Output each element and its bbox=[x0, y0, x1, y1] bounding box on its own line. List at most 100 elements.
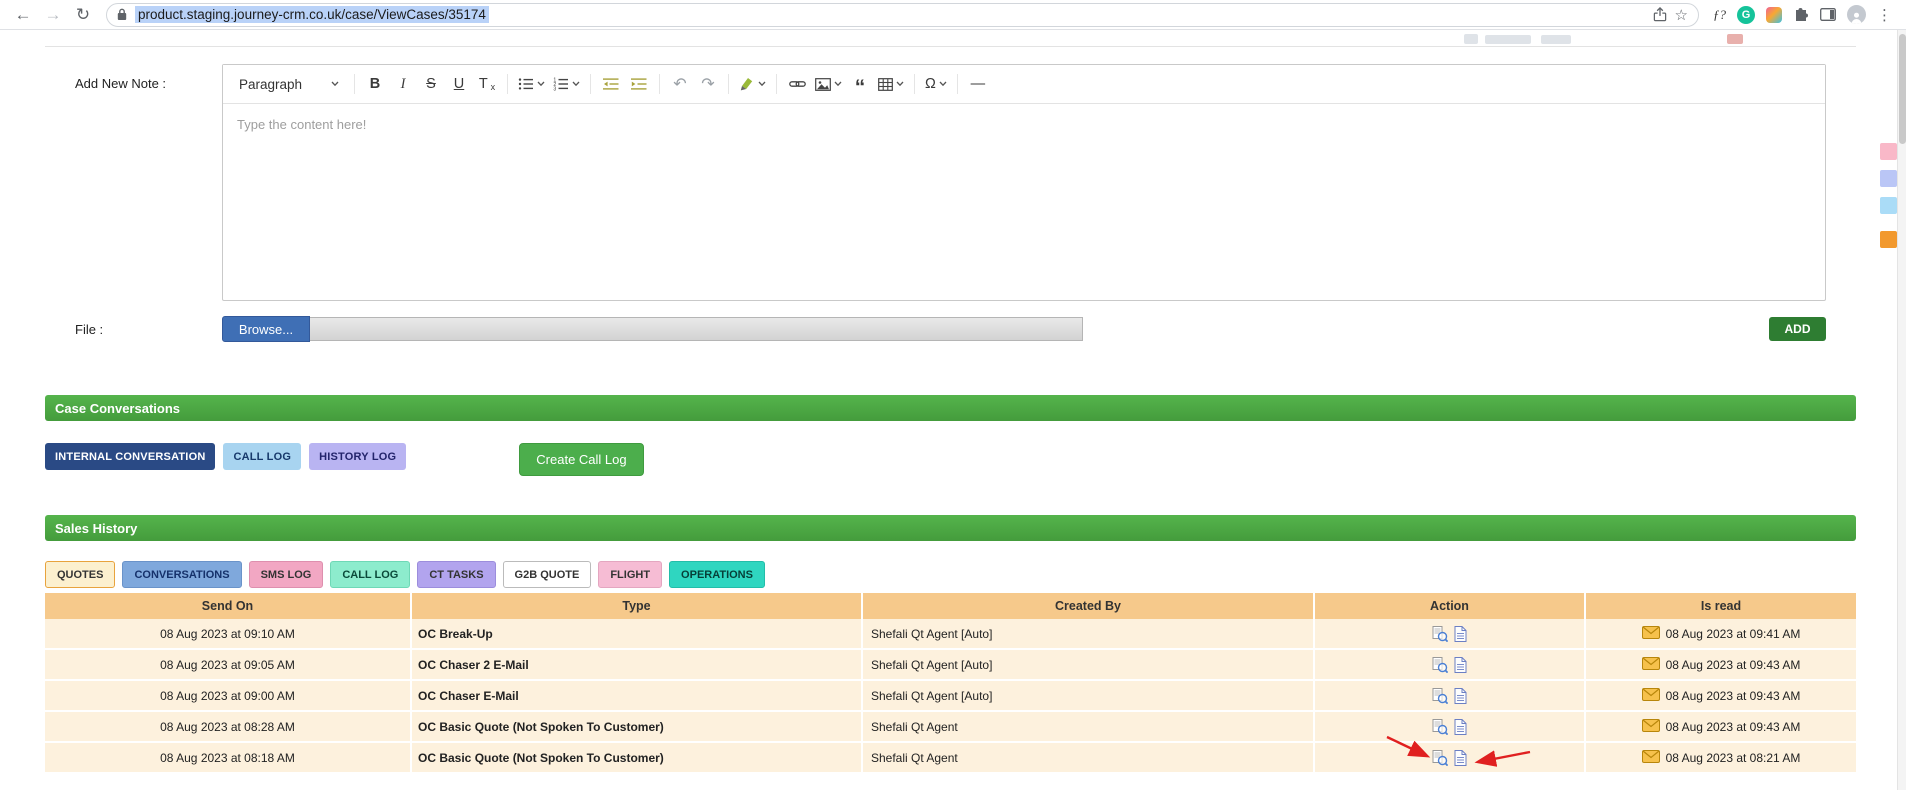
strikethrough-icon[interactable]: S bbox=[418, 70, 444, 98]
preview-icon[interactable] bbox=[1432, 626, 1448, 642]
insert-table-icon[interactable] bbox=[875, 70, 907, 98]
highlight-marker-icon[interactable] bbox=[736, 70, 769, 98]
document-icon[interactable] bbox=[1454, 688, 1467, 704]
is-read-date: 08 Aug 2023 at 08:21 AM bbox=[1665, 750, 1801, 765]
scrollbar-thumb[interactable] bbox=[1899, 34, 1906, 144]
editor-body[interactable]: Type the content here! bbox=[223, 104, 1825, 300]
created-by-cell: Shefali Qt Agent [Auto] bbox=[861, 681, 1313, 712]
sales-history-header: Sales History bbox=[45, 515, 1856, 541]
toolbar-separator bbox=[914, 74, 915, 94]
preview-icon[interactable] bbox=[1432, 688, 1448, 704]
file-input-track[interactable] bbox=[310, 317, 1083, 341]
link-icon[interactable] bbox=[784, 70, 810, 98]
url-bar[interactable]: product.staging.journey-crm.co.uk/case/V… bbox=[106, 2, 1699, 27]
svg-text:3: 3 bbox=[553, 87, 556, 91]
edge-widget-periwinkle[interactable] bbox=[1880, 170, 1897, 187]
type-cell: OC Break-Up bbox=[410, 619, 861, 650]
side-panel-icon[interactable] bbox=[1820, 8, 1836, 21]
internal-conversation-button[interactable]: INTERNAL CONVERSATION bbox=[45, 443, 216, 470]
case-conversations-header: Case Conversations bbox=[45, 395, 1856, 421]
back-button[interactable]: ← bbox=[10, 2, 36, 28]
numbered-list-icon[interactable]: 123 bbox=[550, 70, 583, 98]
document-icon[interactable] bbox=[1454, 750, 1467, 766]
undo-icon[interactable]: ↶ bbox=[667, 70, 693, 98]
bookmark-star-icon[interactable]: ☆ bbox=[1675, 6, 1688, 24]
horizontal-rule-icon[interactable]: — bbox=[965, 70, 991, 98]
underline-icon[interactable]: U bbox=[446, 70, 472, 98]
edge-widget-pink[interactable] bbox=[1880, 143, 1897, 160]
insert-image-icon[interactable] bbox=[812, 70, 845, 98]
edge-widget-blue[interactable] bbox=[1880, 197, 1897, 214]
tab-conversations[interactable]: CONVERSATIONS bbox=[122, 561, 242, 588]
grammarly-icon[interactable]: G bbox=[1737, 5, 1755, 24]
table-row: 08 Aug 2023 at 08:28 AM OC Basic Quote (… bbox=[45, 712, 1856, 743]
send-on-cell: 08 Aug 2023 at 09:05 AM bbox=[45, 650, 410, 681]
history-log-button[interactable]: HISTORY LOG bbox=[309, 443, 407, 470]
toolbar-separator bbox=[659, 74, 660, 94]
color-pen-extension-icon[interactable] bbox=[1766, 6, 1782, 23]
add-note-row: Add New Note : Paragraph B I S U Tx 1 2 … bbox=[45, 64, 1856, 301]
indent-icon[interactable] bbox=[626, 70, 652, 98]
bulleted-list-icon[interactable] bbox=[515, 70, 548, 98]
preview-icon[interactable] bbox=[1432, 719, 1448, 735]
tab-sms-log[interactable]: SMS LOG bbox=[248, 561, 324, 588]
browse-button[interactable]: Browse... bbox=[222, 316, 310, 342]
send-on-cell: 08 Aug 2023 at 08:28 AM bbox=[45, 712, 410, 743]
sales-history-tabs: QUOTES CONVERSATIONS SMS LOG CALL LOG CT… bbox=[45, 561, 1856, 588]
browser-menu-icon[interactable]: ⋮ bbox=[1877, 6, 1892, 24]
document-icon[interactable] bbox=[1454, 719, 1467, 735]
file-row: File : Browse... ADD bbox=[45, 316, 1856, 342]
profile-avatar[interactable] bbox=[1847, 5, 1866, 24]
is-read-date: 08 Aug 2023 at 09:43 AM bbox=[1665, 719, 1801, 734]
envelope-icon bbox=[1642, 750, 1660, 766]
lock-icon bbox=[117, 8, 127, 21]
send-on-cell: 08 Aug 2023 at 09:00 AM bbox=[45, 681, 410, 712]
call-log-button[interactable]: CALL LOG bbox=[223, 443, 302, 470]
share-icon[interactable] bbox=[1653, 7, 1667, 22]
fn-extension-icon[interactable]: ƒ? bbox=[1713, 7, 1726, 23]
tab-operations[interactable]: OPERATIONS bbox=[669, 561, 765, 588]
refresh-button[interactable]: ↻ bbox=[70, 2, 96, 28]
extensions-puzzle-icon[interactable] bbox=[1793, 7, 1809, 22]
is-read-cell: 08 Aug 2023 at 09:43 AM bbox=[1584, 712, 1856, 743]
document-icon[interactable] bbox=[1454, 657, 1467, 673]
tab-quotes[interactable]: QUOTES bbox=[45, 561, 116, 588]
redo-icon[interactable]: ↷ bbox=[695, 70, 721, 98]
create-call-log-button[interactable]: Create Call Log bbox=[519, 443, 644, 476]
header-action: Action bbox=[1313, 593, 1584, 619]
edge-widget-orange[interactable] bbox=[1880, 231, 1897, 248]
tab-call-log[interactable]: CALL LOG bbox=[330, 561, 411, 588]
editor-toolbar: Paragraph B I S U Tx 1 2 3 ↶ ↷ “ Ω — bbox=[223, 65, 1825, 104]
url-text[interactable]: product.staging.journey-crm.co.uk/case/V… bbox=[135, 6, 489, 23]
rich-text-editor: Paragraph B I S U Tx 1 2 3 ↶ ↷ “ Ω — Typ… bbox=[222, 64, 1826, 301]
header-send-on: Send On bbox=[45, 593, 410, 619]
toolbar-separator bbox=[354, 74, 355, 94]
add-note-label: Add New Note : bbox=[75, 76, 167, 91]
preview-icon[interactable] bbox=[1432, 657, 1448, 673]
tab-flight[interactable]: FLIGHT bbox=[598, 561, 663, 588]
action-cell bbox=[1313, 735, 1584, 774]
special-character-icon[interactable]: Ω bbox=[922, 70, 950, 98]
toolbar-separator bbox=[776, 74, 777, 94]
preview-icon[interactable] bbox=[1432, 750, 1448, 766]
add-button[interactable]: ADD bbox=[1769, 317, 1826, 341]
outdent-icon[interactable] bbox=[598, 70, 624, 98]
toolbar-separator bbox=[956, 74, 958, 94]
italic-icon[interactable]: I bbox=[390, 70, 416, 98]
is-read-cell: 08 Aug 2023 at 09:43 AM bbox=[1584, 681, 1856, 712]
action-cell bbox=[1313, 712, 1584, 743]
cutoff-toolbar bbox=[45, 30, 1856, 47]
table-row: 08 Aug 2023 at 09:05 AM OC Chaser 2 E-Ma… bbox=[45, 650, 1856, 681]
tab-g2b-quote[interactable]: G2B QUOTE bbox=[502, 561, 592, 588]
forward-button[interactable]: → bbox=[40, 2, 66, 28]
paragraph-dropdown[interactable]: Paragraph bbox=[231, 70, 347, 98]
editor-placeholder: Type the content here! bbox=[237, 117, 367, 132]
conversation-buttons-row: INTERNAL CONVERSATION CALL LOG HISTORY L… bbox=[45, 443, 1856, 476]
remove-format-icon[interactable]: Tx bbox=[474, 70, 500, 98]
envelope-icon bbox=[1642, 657, 1660, 673]
document-icon[interactable] bbox=[1454, 626, 1467, 642]
type-cell: OC Chaser 2 E-Mail bbox=[410, 650, 861, 681]
tab-ct-tasks[interactable]: CT TASKS bbox=[417, 561, 496, 588]
block-quote-icon[interactable]: “ bbox=[847, 70, 873, 98]
bold-icon[interactable]: B bbox=[362, 70, 388, 98]
